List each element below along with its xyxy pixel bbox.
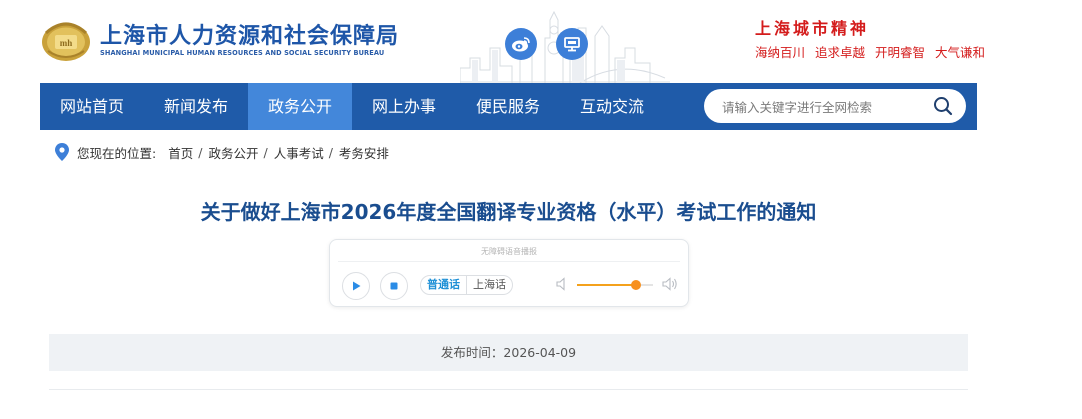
svg-text:mh: mh: [60, 38, 73, 48]
breadcrumb-separator: /: [198, 144, 203, 160]
site-title: 上海市人力资源和社会保障局: [100, 24, 400, 49]
nav-item-government-affairs[interactable]: 政务公开: [248, 83, 352, 130]
nav-item-interaction[interactable]: 互动交流: [560, 83, 664, 130]
volume-low-icon[interactable]: [556, 277, 568, 291]
dialect-selector: 普通话 上海话: [420, 275, 513, 295]
volume-level-fill: [577, 284, 637, 286]
publish-info-bar: 发布时间：2026-04-09: [49, 334, 968, 371]
player-divider: [338, 261, 680, 262]
stop-button[interactable]: [380, 272, 408, 300]
weibo-button[interactable]: [505, 28, 537, 60]
spirit-slogan-item: 海纳百川: [755, 45, 806, 60]
breadcrumb: 您现在的位置: 首页 / 政务公开 / 人事考试 / 考务安排: [55, 141, 389, 163]
nav-item-news[interactable]: 新闻发布: [144, 83, 248, 130]
nav-item-home[interactable]: 网站首页: [40, 83, 144, 130]
city-spirit-title: 上海城市精神: [755, 19, 870, 38]
nav-item-convenience-services[interactable]: 便民服务: [456, 83, 560, 130]
search-box: [704, 89, 966, 125]
government-emblem-icon[interactable]: mh: [40, 17, 92, 63]
search-icon[interactable]: [933, 96, 953, 116]
spirit-slogan-item: 开明睿智: [875, 45, 926, 60]
dialect-option-mandarin[interactable]: 普通话: [421, 276, 466, 294]
nav-item-online-services[interactable]: 网上办事: [352, 83, 456, 130]
article-title: 关于做好上海市2026年度全国翻译专业资格（水平）考试工作的通知: [200, 200, 817, 224]
city-spirit-slogans: 海纳百川 追求卓越 开明睿智 大气谦和: [755, 42, 991, 61]
breadcrumb-separator: /: [263, 144, 268, 160]
content-divider: [49, 389, 968, 390]
publish-date: 发布时间：2026-04-09: [440, 345, 577, 360]
breadcrumb-prefix: 您现在的位置:: [77, 145, 157, 161]
breadcrumb-link-government-affairs[interactable]: 政务公开: [208, 143, 258, 162]
breadcrumb-link-home[interactable]: 首页: [168, 143, 193, 162]
spirit-slogan-item: 大气谦和: [935, 45, 986, 60]
breadcrumb-link-personnel-exams[interactable]: 人事考试: [274, 143, 324, 162]
site-header: mh 上海市人力资源和社会保障局 SHANGHAI MUNICIPAL HUMA…: [0, 0, 1082, 83]
volume-slider[interactable]: [577, 280, 653, 290]
site-subtitle: SHANGHAI MUNICIPAL HUMAN RESOURCES AND S…: [100, 49, 385, 57]
stop-icon: [390, 282, 398, 290]
play-icon: [353, 281, 361, 291]
breadcrumb-link-exam-arrangements[interactable]: 考务安排: [339, 143, 389, 162]
spirit-slogan-item: 追求卓越: [815, 45, 866, 60]
player-caption: 无障碍语音播报: [481, 247, 537, 256]
screen-button[interactable]: [556, 28, 588, 60]
location-pin-icon: [55, 143, 69, 161]
volume-slider-handle[interactable]: [631, 280, 642, 290]
screen-icon: [564, 37, 580, 52]
main-nav: 网站首页 新闻发布 政务公开 网上办事 便民服务 互动交流: [40, 83, 977, 130]
search-input[interactable]: [720, 89, 924, 125]
volume-high-icon[interactable]: [662, 276, 678, 292]
accessibility-audio-player: 无障碍语音播报 普通话 上海话: [329, 239, 689, 307]
play-button[interactable]: [342, 272, 370, 300]
breadcrumb-separator: /: [328, 144, 333, 160]
weibo-icon: [512, 37, 530, 52]
dialect-option-shanghainese[interactable]: 上海话: [466, 276, 512, 294]
